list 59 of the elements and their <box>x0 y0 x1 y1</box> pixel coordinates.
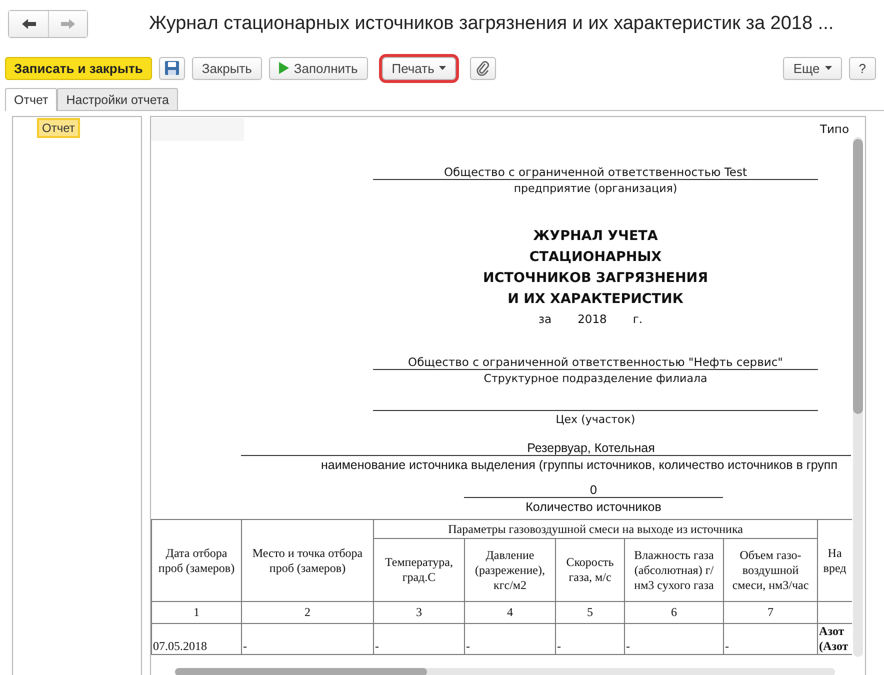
field-value: Общество с ограниченной ответственностью "Нефть сервис" <box>373 355 818 370</box>
report-title-line: И ИХ ХАРАКТЕРИСТИК <box>506 290 684 309</box>
field-caption: Структурное подразделение филиала <box>482 372 708 386</box>
paperclip-icon <box>476 60 490 76</box>
caret-icon <box>439 66 446 70</box>
column-header: Температура, град.С <box>374 538 464 602</box>
save-and-close-button[interactable]: Записать и закрыть <box>5 56 152 80</box>
column-number: 5 <box>556 602 624 624</box>
column-number: 1 <box>152 602 242 624</box>
tree-item[interactable]: Отчет <box>37 118 80 138</box>
table-cell: - <box>624 624 724 654</box>
horizontal-scrollbar[interactable] <box>175 668 835 675</box>
tab[interactable]: Настройки отчета <box>57 88 178 110</box>
tab[interactable]: Отчет <box>5 88 58 111</box>
caret-icon <box>824 66 832 70</box>
column-number: 6 <box>624 602 724 624</box>
vertical-scrollbar[interactable] <box>853 137 863 657</box>
window-title: Журнал стационарных источников загрязнения и их характеристик за 2018 ... <box>149 12 834 34</box>
back-arrow-icon <box>20 18 36 30</box>
table-cell: - <box>374 624 464 654</box>
dropdown-button[interactable]: Еще <box>783 56 842 80</box>
toolbar-button[interactable]: Закрыть <box>192 56 262 80</box>
table-cell: 07.05.2018 <box>152 624 242 654</box>
field-caption: Количество источников <box>524 500 662 514</box>
field-caption: наименование источника выделения (группы источников, количество источников в групп <box>320 458 838 472</box>
back-button[interactable] <box>9 10 48 36</box>
table-cell: - <box>464 624 556 654</box>
column-header: Скорость газа, м/с <box>556 538 624 602</box>
column-header: Дата отбора проб (замеров) <box>152 520 242 602</box>
attach-button[interactable] <box>470 56 496 80</box>
column-number: 2 <box>242 602 374 624</box>
fill-button[interactable]: Заполнить <box>268 56 368 80</box>
organization-value: Общество с ограниченной ответственностью Test <box>373 165 818 180</box>
year-value: 2018 <box>578 311 607 328</box>
table-cell: - <box>242 624 374 654</box>
report-title-line: ИСТОЧНИКОВ ЗАГРЯЗНЕНИЯ <box>482 269 709 288</box>
column-number: 3 <box>374 602 464 624</box>
column-header: Место и точка отбора проб (замеров) <box>242 520 374 602</box>
year-prefix: за <box>538 311 552 328</box>
table-cell: - <box>556 624 624 654</box>
forward-arrow-icon <box>60 18 76 30</box>
group-header: Параметры газовоздушной смеси на выходе из источника <box>374 520 818 538</box>
column-header: На вред <box>818 520 852 602</box>
field-value: Резервуар, Котельная <box>241 441 851 456</box>
column-number: 4 <box>464 602 556 624</box>
field-value: 0 <box>464 483 723 498</box>
play-icon <box>278 62 289 74</box>
column-header-text: Типо <box>820 122 850 136</box>
save-button[interactable] <box>158 56 185 80</box>
column-number: 7 <box>724 602 818 624</box>
column-header: Влажность газа (абсолютная) г/нм3 сухого газа <box>624 538 724 602</box>
table-cell: - <box>724 624 818 654</box>
report-title-line: ЖУРНАЛ УЧЕТА <box>532 227 659 246</box>
column-header: Давление (разрежение), кгс/м2 <box>464 538 556 602</box>
field-caption: предприятие (организация) <box>512 182 678 196</box>
year-suffix: г. <box>632 311 643 328</box>
toolbar-button[interactable]: ? <box>848 56 876 80</box>
report-title-line: СТАЦИОНАРНЫХ <box>528 248 663 267</box>
field-caption: Цех (участок) <box>554 413 636 427</box>
